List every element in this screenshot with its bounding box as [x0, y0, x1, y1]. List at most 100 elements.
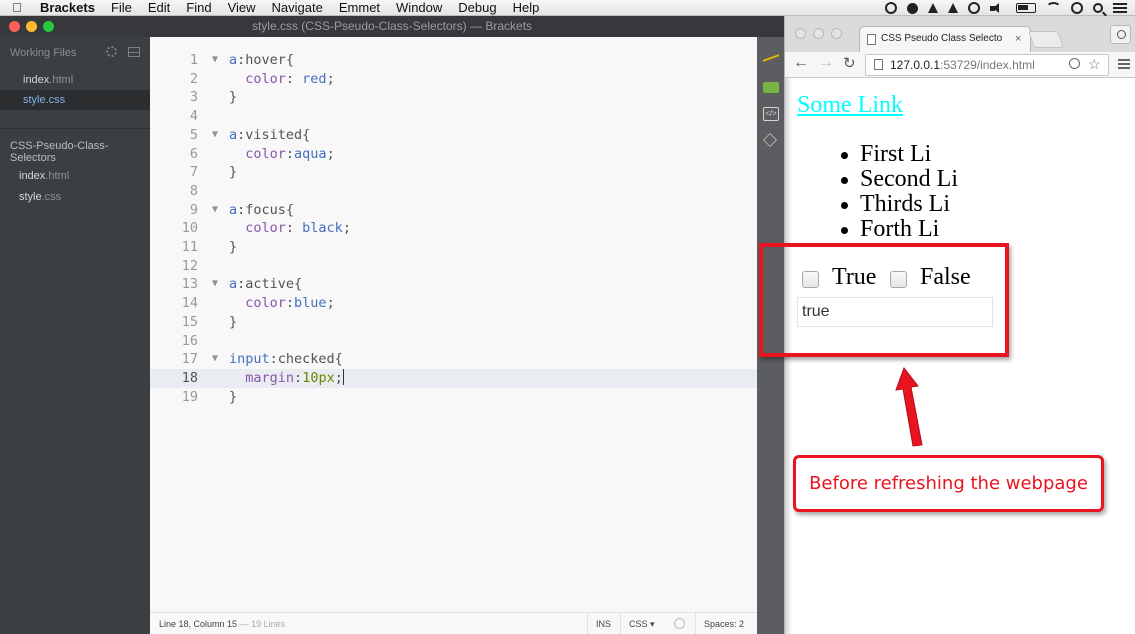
eye-icon[interactable] — [907, 2, 918, 14]
code-token: blue — [294, 295, 327, 312]
code-line[interactable]: 3} — [150, 88, 757, 107]
menu-find[interactable]: Find — [178, 0, 219, 16]
list-item: First Li — [841, 142, 958, 167]
menu-window[interactable]: Window — [388, 0, 450, 16]
battery-icon[interactable] — [1016, 3, 1036, 13]
menu-file[interactable]: File — [103, 0, 140, 16]
back-arrow-icon[interactable]: ← — [793, 54, 809, 72]
apple-menu-icon[interactable]:  — [0, 0, 34, 15]
code-line[interactable]: 1 ▼ a:hover{ — [150, 51, 757, 70]
language-label: CSS — [629, 619, 648, 629]
tab-close-icon[interactable]: × — [1015, 27, 1021, 51]
gear-icon[interactable] — [106, 46, 117, 57]
wifi-icon[interactable] — [1046, 2, 1061, 14]
menu-view[interactable]: View — [220, 0, 264, 16]
drive-icon[interactable] — [948, 3, 958, 13]
code-line[interactable]: 4 — [150, 107, 757, 126]
sidebar: Working Files index.html style.css CSS-P… — [0, 37, 150, 634]
reload-icon[interactable]: ↻ — [843, 54, 856, 72]
lint-status-icon[interactable] — [674, 618, 685, 629]
menu-app-name[interactable]: Brackets — [34, 0, 103, 16]
code-token: margin — [245, 369, 295, 386]
list-item: Forth Li — [841, 217, 958, 242]
spotlight-search-icon[interactable] — [1093, 3, 1103, 13]
some-link[interactable]: Some Link — [797, 92, 903, 119]
language-selector[interactable]: CSS ▾ — [620, 613, 663, 634]
volume-icon[interactable] — [990, 2, 1006, 14]
new-tab-button[interactable] — [1027, 31, 1065, 48]
code-editor[interactable]: 1 ▼ a:hover{2 color: red; 3} 4 5 ▼ a:visited{6 … — [150, 37, 757, 612]
code-line[interactable]: 15} — [150, 313, 757, 332]
code-line[interactable]: 19} — [150, 388, 757, 407]
code-line[interactable]: 6 color:aqua; — [150, 145, 757, 164]
fold-arrow-icon[interactable]: ▼ — [212, 201, 218, 220]
menu-help[interactable]: Help — [505, 0, 548, 16]
zoom-icon[interactable] — [1069, 58, 1080, 69]
project-file-index-html[interactable]: index.html — [19, 170, 69, 182]
menu-edit[interactable]: Edit — [140, 0, 178, 16]
code-token: aqua — [294, 145, 327, 162]
line-number: 9 — [189, 201, 198, 218]
window-minimize-button[interactable] — [26, 21, 37, 32]
window-zoom-button[interactable] — [43, 21, 54, 32]
code-line[interactable]: 8 — [150, 182, 757, 201]
cursor-position[interactable]: Line 18, Column 15 — [159, 619, 237, 629]
menu-debug[interactable]: Debug — [450, 0, 504, 16]
code-line[interactable]: 18 margin:10px; — [150, 368, 757, 388]
code-text: color:aqua; — [229, 145, 334, 164]
forward-arrow-icon[interactable]: → — [818, 54, 834, 72]
project-file-style-css[interactable]: style.css — [19, 191, 61, 203]
code-line[interactable]: 7} — [150, 163, 757, 182]
bell-icon[interactable] — [928, 3, 938, 13]
code-line[interactable]: 17 ▼ input:checked{ — [150, 350, 757, 369]
code-icon[interactable]: </> — [763, 107, 779, 121]
fold-arrow-icon[interactable]: ▼ — [212, 51, 218, 70]
chevron-down-icon: ▾ — [650, 619, 655, 629]
line-count: — 19 Lines — [239, 619, 286, 629]
code-line[interactable]: 12 — [150, 257, 757, 276]
code-token: :hover{ — [237, 52, 295, 68]
menu-navigate[interactable]: Navigate — [264, 0, 331, 16]
code-line[interactable]: 10 color: black; — [150, 219, 757, 238]
clock-icon[interactable] — [1071, 2, 1083, 14]
code-line[interactable]: 2 color: red; — [150, 70, 757, 89]
layers-icon[interactable] — [763, 133, 777, 147]
url-host: 127.0.0.1 — [890, 58, 941, 72]
code-line[interactable]: 16 — [150, 332, 757, 351]
code-text: } — [229, 163, 237, 182]
address-bar[interactable]: 127.0.0.1:53729/index.html ☆ — [865, 54, 1109, 76]
code-token: a — [229, 52, 238, 68]
browser-tab[interactable]: CSS Pseudo Class Selecto × — [859, 26, 1031, 52]
code-line[interactable]: 5 ▼ a:visited{ — [150, 126, 757, 145]
menu-emmet[interactable]: Emmet — [331, 0, 388, 16]
fold-arrow-icon[interactable]: ▼ — [212, 350, 218, 369]
project-title[interactable]: CSS-Pseudo-Class-Selectors — [10, 140, 150, 164]
chrome-minimize-button[interactable] — [813, 28, 824, 39]
indent-spaces[interactable]: Spaces: 2 — [695, 613, 752, 634]
code-text: color:blue; — [229, 294, 334, 313]
record-icon[interactable] — [968, 2, 980, 14]
working-file-style-css[interactable]: style.css — [0, 90, 150, 110]
working-file-index-html[interactable]: index.html — [0, 70, 150, 90]
fold-arrow-icon[interactable]: ▼ — [212, 275, 218, 294]
chrome-close-button[interactable] — [795, 28, 806, 39]
creative-cloud-icon[interactable] — [885, 2, 897, 14]
fold-arrow-icon[interactable]: ▼ — [212, 126, 218, 145]
tab-title: CSS Pseudo Class Selecto — [881, 33, 1003, 44]
code-token: :focus{ — [237, 201, 295, 218]
bookmark-star-icon[interactable]: ☆ — [1088, 54, 1101, 74]
code-line[interactable]: 14 color:blue; — [150, 294, 757, 313]
window-close-button[interactable] — [9, 21, 20, 32]
code-line[interactable]: 13 ▼ a:active{ — [150, 275, 757, 294]
code-line[interactable]: 9 ▼ a:focus{ — [150, 201, 757, 220]
chrome-menu-icon[interactable] — [1118, 59, 1130, 69]
notification-center-icon[interactable] — [1113, 3, 1127, 13]
extension-manager-icon[interactable] — [763, 82, 779, 93]
code-line[interactable]: 11} — [150, 238, 757, 257]
split-view-icon[interactable] — [128, 47, 140, 57]
profile-icon[interactable] — [1110, 25, 1131, 44]
insert-mode-toggle[interactable]: INS — [587, 613, 619, 634]
line-number: 16 — [181, 332, 198, 349]
chrome-zoom-button[interactable] — [831, 28, 842, 39]
live-preview-icon[interactable] — [763, 50, 779, 62]
